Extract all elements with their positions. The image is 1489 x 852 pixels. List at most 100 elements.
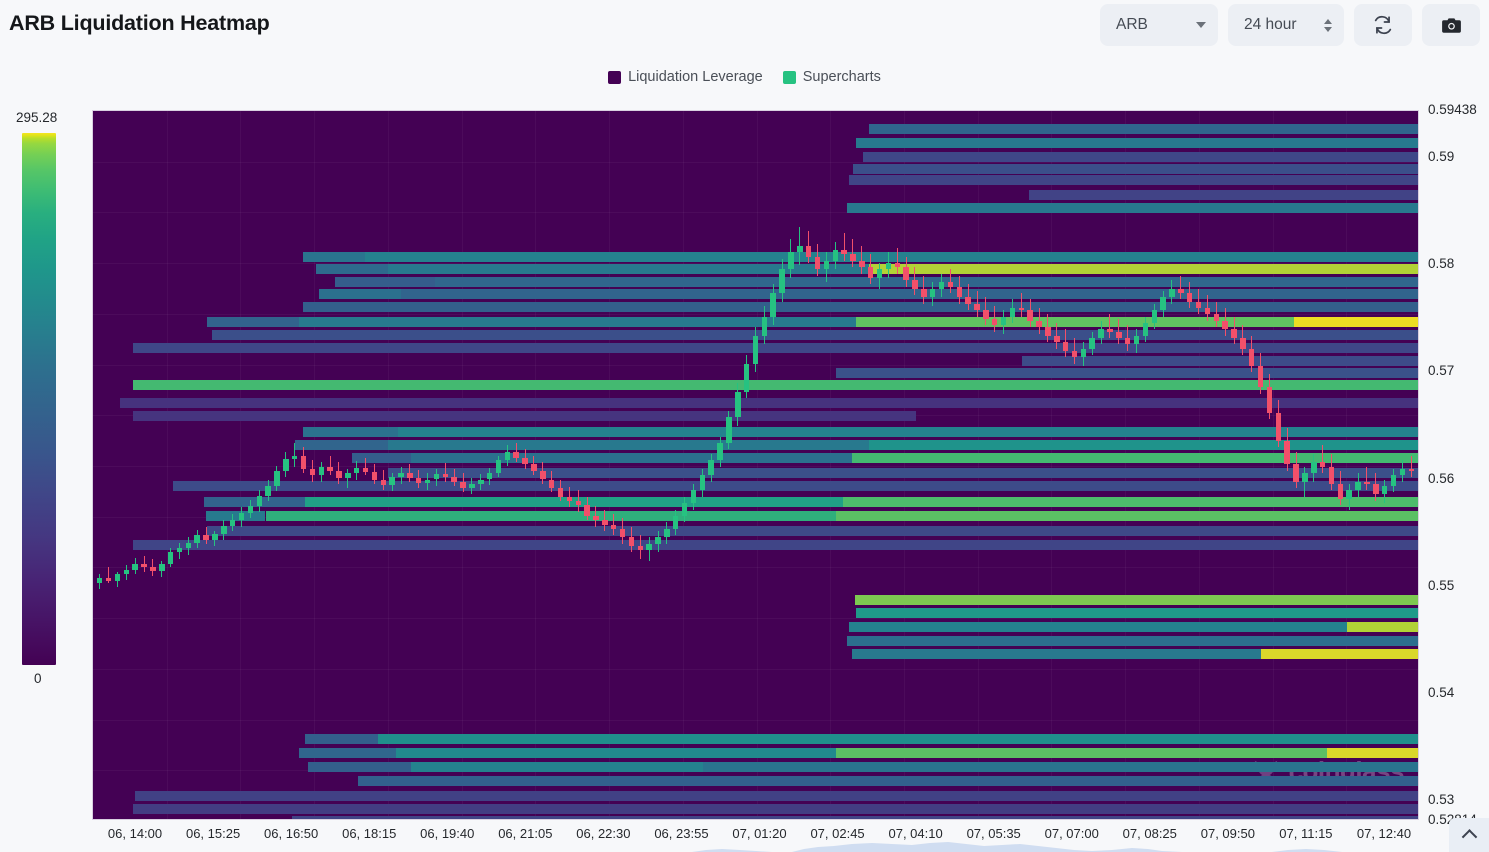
refresh-button[interactable]	[1354, 4, 1412, 46]
candlestick	[850, 111, 856, 819]
candlestick	[1124, 111, 1131, 819]
candlestick-body	[814, 256, 821, 270]
candlestick	[416, 111, 422, 819]
candlestick-body	[637, 545, 644, 551]
candlestick-body	[531, 464, 537, 471]
candlestick-body	[619, 528, 626, 538]
candlestick-body	[664, 528, 670, 538]
candlestick	[1293, 111, 1299, 819]
gridline-vertical	[609, 111, 611, 819]
candlestick-body	[1062, 342, 1069, 351]
candlestick-body	[1036, 320, 1042, 328]
candlestick-body	[610, 524, 617, 529]
candlestick	[983, 111, 989, 819]
candlestick	[460, 111, 466, 819]
screenshot-button[interactable]	[1422, 4, 1480, 46]
candlestick	[238, 111, 245, 819]
chart-legend: Liquidation Leverage Supercharts	[0, 69, 1489, 85]
candlestick	[557, 111, 564, 819]
candlestick-body	[318, 466, 325, 476]
legend-item-liquidation-leverage[interactable]: Liquidation Leverage	[608, 69, 763, 85]
gridline-vertical	[1051, 111, 1053, 819]
candlestick-body	[1231, 329, 1237, 338]
candlestick-body	[735, 391, 741, 418]
candlestick	[956, 111, 963, 819]
candlestick-body	[770, 293, 776, 317]
candlestick	[176, 111, 183, 819]
candlestick-body	[1142, 323, 1149, 336]
candlestick	[770, 111, 776, 819]
liquidation-heatmap-page: ARB Liquidation Heatmap ARB 24 hour Liqu…	[0, 0, 1489, 852]
heatmap-chart-canvas[interactable]: coinglass	[92, 110, 1419, 820]
candlestick	[823, 111, 830, 819]
candlestick	[1364, 111, 1370, 819]
candlestick	[504, 111, 511, 819]
candlestick-body	[1045, 327, 1051, 336]
candlestick-body	[229, 520, 236, 526]
candlestick	[894, 111, 901, 819]
candlestick-wick	[852, 239, 854, 268]
candlestick-body	[433, 474, 440, 480]
liquidation-band-segment	[204, 497, 306, 507]
candlestick	[1098, 111, 1104, 819]
candlestick-body	[1381, 485, 1388, 495]
candlestick	[1355, 111, 1361, 819]
candlestick-body	[97, 578, 103, 584]
candlestick	[132, 111, 138, 819]
candlestick-body	[859, 260, 865, 268]
candlestick	[389, 111, 395, 819]
chevron-up-icon	[1461, 828, 1477, 845]
candlestick-body	[1071, 350, 1078, 358]
candlestick	[708, 111, 714, 819]
legend-item-supercharts[interactable]: Supercharts	[782, 69, 881, 85]
candlestick	[1408, 111, 1414, 819]
symbol-select[interactable]: ARB	[1100, 4, 1218, 46]
candlestick-body	[1302, 473, 1308, 482]
candlestick-body	[132, 564, 138, 570]
candlestick	[1116, 111, 1122, 819]
candlestick	[486, 111, 493, 819]
candlestick-body	[291, 455, 298, 460]
candlestick-body	[929, 288, 936, 298]
candlestick-body	[1151, 310, 1157, 323]
candlestick	[779, 111, 785, 819]
candlestick	[929, 111, 936, 819]
candlestick-body	[265, 485, 271, 496]
timeframe-select[interactable]: 24 hour	[1228, 4, 1344, 46]
candlestick-body	[726, 417, 732, 444]
price-axis-tick: 0.54	[1428, 684, 1455, 700]
candlestick-body	[983, 310, 989, 319]
candlestick-body	[1124, 338, 1131, 345]
candlestick-body	[1399, 468, 1406, 476]
candlestick-body	[238, 512, 245, 521]
candlestick-wick	[347, 468, 349, 489]
page-title: ARB Liquidation Heatmap	[9, 11, 270, 35]
stepper-icon[interactable]	[1324, 18, 1332, 32]
candlestick	[1133, 111, 1140, 819]
candlestick	[1000, 111, 1007, 819]
candlestick-body	[424, 479, 431, 483]
candlestick	[522, 111, 528, 819]
candlestick-wick	[843, 232, 845, 261]
candlestick	[814, 111, 821, 819]
candlestick	[788, 111, 794, 819]
candlestick	[637, 111, 644, 819]
candlestick	[584, 111, 590, 819]
candlestick	[309, 111, 316, 819]
candlestick-body	[1116, 331, 1122, 338]
candlestick-body	[593, 515, 599, 521]
candlestick	[256, 111, 262, 819]
candlestick-body	[1178, 288, 1184, 293]
candlestick	[1089, 111, 1095, 819]
candlestick-body	[956, 286, 963, 298]
candlestick-wick	[1366, 466, 1368, 491]
candlestick	[1257, 111, 1264, 819]
scroll-to-top-button[interactable]	[1449, 818, 1489, 852]
candlestick-body	[602, 520, 608, 525]
candlestick-body	[655, 537, 661, 544]
candlestick-body	[300, 455, 307, 469]
candlestick-body	[1257, 365, 1264, 388]
candlestick	[1346, 111, 1352, 819]
candlestick	[531, 111, 537, 819]
candlestick	[655, 111, 661, 819]
